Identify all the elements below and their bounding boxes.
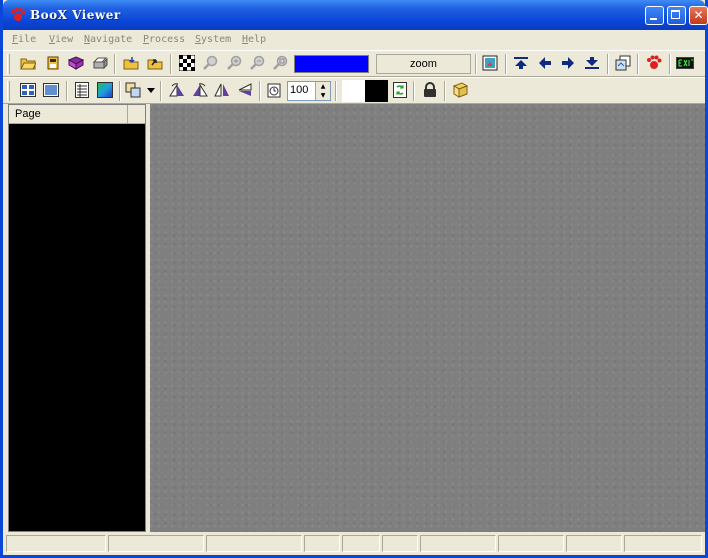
zoom-out-icon[interactable] — [248, 54, 266, 72]
exit-icon[interactable] — [676, 54, 694, 72]
color-swatch[interactable] — [294, 55, 369, 73]
menu-file[interactable]: File — [12, 34, 36, 45]
minimize-button[interactable] — [645, 6, 664, 25]
copy-window-icon[interactable] — [614, 54, 632, 72]
toolbar-separator — [669, 54, 671, 74]
menu-navigate[interactable]: Navigate — [84, 34, 132, 45]
rotate-left-icon[interactable] — [168, 81, 186, 99]
close-button[interactable]: ✕ — [689, 6, 708, 25]
single-view-icon[interactable] — [42, 81, 60, 99]
foreground-color-swatch[interactable] — [342, 80, 365, 102]
toolbar-separator — [505, 54, 507, 74]
toolbar-separator — [259, 81, 261, 101]
flip-vertical-icon[interactable] — [236, 81, 254, 99]
import-folder-icon[interactable] — [122, 54, 140, 72]
first-page-icon[interactable] — [512, 54, 530, 72]
page-column-header[interactable]: Page — [9, 105, 145, 124]
export-folder-icon[interactable] — [146, 54, 164, 72]
previous-page-icon[interactable] — [536, 54, 554, 72]
toolbar-separator — [114, 54, 116, 74]
app-window: BooX Viewer ✕ File View Navigate Process… — [0, 0, 708, 558]
toolbar-separator — [444, 81, 446, 101]
toolbar-separator — [66, 81, 68, 101]
paw-app-icon — [10, 7, 26, 23]
column-divider[interactable] — [127, 105, 128, 123]
toolbar-separator — [170, 54, 172, 74]
status-pane — [420, 535, 496, 552]
note-icon[interactable] — [451, 81, 469, 99]
zoom-field[interactable]: zoom — [376, 54, 471, 74]
status-pane — [382, 535, 418, 552]
status-pane — [108, 535, 204, 552]
zoom-fit-icon[interactable] — [271, 54, 289, 72]
dropdown-arrow-icon[interactable] — [145, 81, 157, 99]
main-toolbar: zoom — [3, 50, 705, 77]
toolbar-separator — [160, 81, 162, 101]
toolbar-separator — [607, 54, 609, 74]
toolbar-separator — [335, 81, 337, 101]
swap-colors-icon[interactable] — [391, 81, 409, 99]
open-folder-icon[interactable] — [19, 54, 37, 72]
status-pane — [498, 535, 564, 552]
book-icon[interactable] — [67, 54, 85, 72]
image-toolbar: 100 ▲ ▼ — [3, 77, 705, 104]
last-page-icon[interactable] — [583, 54, 601, 72]
spin-up-icon[interactable]: ▲ — [315, 82, 330, 91]
palette-icon[interactable] — [96, 81, 114, 99]
window-title: BooX Viewer — [30, 8, 121, 22]
rotate-right-icon[interactable] — [191, 81, 209, 99]
transparency-checker-icon[interactable] — [178, 54, 196, 72]
print-icon[interactable] — [91, 54, 109, 72]
toolbar-grip[interactable] — [7, 81, 10, 101]
image-canvas[interactable] — [150, 104, 705, 532]
rotation-value[interactable]: 100 — [290, 84, 308, 96]
lock-icon[interactable] — [421, 81, 439, 99]
next-page-icon[interactable] — [559, 54, 577, 72]
status-pane — [304, 535, 340, 552]
close-icon: ✕ — [693, 8, 704, 22]
status-pane — [624, 535, 702, 552]
toolbar-separator — [637, 54, 639, 74]
status-pane — [566, 535, 622, 552]
spin-down-icon[interactable]: ▼ — [315, 91, 330, 100]
menu-view[interactable]: View — [49, 34, 73, 45]
menu-process[interactable]: Process — [143, 34, 185, 45]
status-bar — [3, 532, 705, 555]
paw-about-icon[interactable] — [645, 54, 663, 72]
menu-bar: File View Navigate Process System Help — [3, 30, 705, 50]
toolbar-separator — [475, 54, 477, 74]
page-list-panel[interactable]: Page — [8, 104, 146, 532]
transform-icon[interactable] — [125, 81, 143, 99]
status-pane — [6, 535, 106, 552]
status-pane — [206, 535, 302, 552]
toolbar-grip[interactable] — [7, 54, 10, 74]
menu-system[interactable]: System — [195, 34, 231, 45]
maximize-icon — [671, 10, 680, 19]
zoom-in-icon[interactable] — [225, 54, 243, 72]
rotate-angle-icon[interactable] — [265, 81, 283, 99]
page-header-label: Page — [15, 108, 41, 120]
save-stack-icon[interactable] — [44, 54, 62, 72]
minimize-icon — [650, 18, 657, 20]
menu-help[interactable]: Help — [242, 34, 266, 45]
rotation-spinner[interactable]: 100 ▲ ▼ — [287, 81, 331, 101]
toolbar-separator — [119, 81, 121, 101]
thumbnail-view-icon[interactable] — [19, 81, 37, 99]
grid-view-icon[interactable] — [73, 81, 91, 99]
title-bar[interactable]: BooX Viewer ✕ — [3, 0, 708, 30]
maximize-button[interactable] — [667, 6, 686, 25]
zoom-icon[interactable] — [201, 54, 219, 72]
status-pane — [342, 535, 380, 552]
fullscreen-icon[interactable] — [481, 54, 499, 72]
background-color-swatch[interactable] — [365, 80, 388, 102]
toolbar-separator — [413, 81, 415, 101]
flip-horizontal-icon[interactable] — [213, 81, 231, 99]
